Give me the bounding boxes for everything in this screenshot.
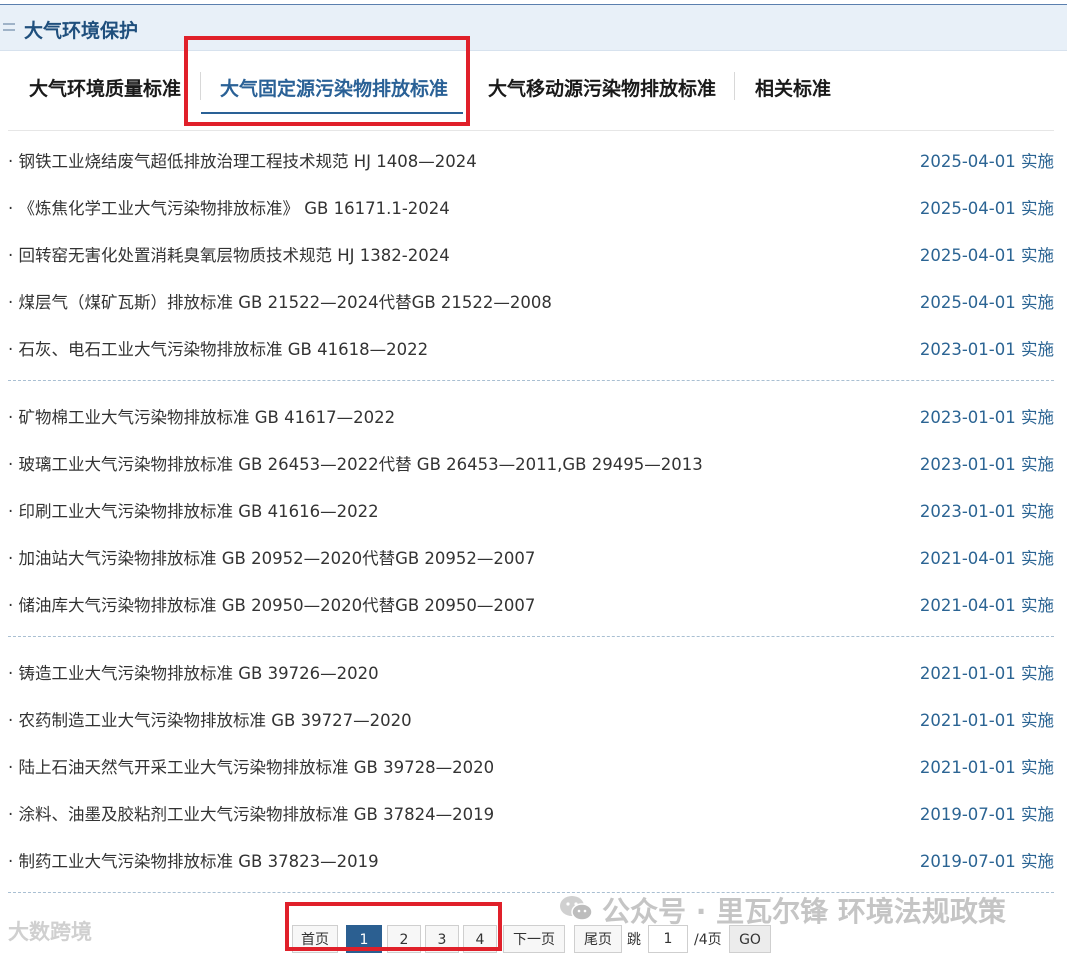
item-date: 2021-04-01 实施 [919, 549, 1054, 568]
item-date: 2021-01-01 实施 [919, 758, 1054, 777]
item-title[interactable]: · 印刷工业大气污染物排放标准 GB 41616—2022 [8, 498, 379, 522]
item-title[interactable]: · 农药制造工业大气污染物排放标准 GB 39727—2020 [8, 707, 412, 731]
item-title[interactable]: · 回转窑无害化处置消耗臭氧层物质技术规范 HJ 1382-2024 [8, 242, 450, 266]
item-title[interactable]: · 矿物棉工业大气污染物排放标准 GB 41617—2022 [8, 404, 395, 428]
tab-air-quality[interactable]: 大气环境质量标准 [29, 74, 181, 101]
list-item: · 储油库大气污染物排放标准 GB 20950—2020代替GB 20950—2… [8, 588, 1054, 618]
item-title[interactable]: · 石灰、电石工业大气污染物排放标准 GB 41618—2022 [8, 336, 428, 360]
list-item: · 农药制造工业大气污染物排放标准 GB 39727—2020 2021-01-… [8, 703, 1054, 733]
item-date: 2025-04-01 实施 [919, 293, 1054, 312]
item-date: 2025-04-01 实施 [919, 152, 1054, 171]
jump-label: 跳 [627, 932, 641, 948]
list-item: · 铸造工业大气污染物排放标准 GB 39726—2020 2021-01-01… [8, 656, 1054, 686]
list-item: · 玻璃工业大气污染物排放标准 GB 26453—2022代替 GB 26453… [8, 447, 1054, 477]
list-item: · 陆上石油天然气开采工业大气污染物排放标准 GB 39728—2020 202… [8, 750, 1054, 780]
list-item: · 石灰、电石工业大气污染物排放标准 GB 41618—2022 2023-01… [8, 332, 1054, 362]
item-title[interactable]: · 铸造工业大气污染物排放标准 GB 39726—2020 [8, 660, 379, 684]
pagination: 首页 1 2 3 4 下一页 尾页 跳 /4页 GO [0, 915, 1067, 953]
item-date: 2021-01-01 实施 [919, 711, 1054, 730]
list-item: · 钢铁工业烧结废气超低排放治理工程技术规范 HJ 1408—2024 2025… [8, 144, 1054, 174]
item-date: 2019-07-01 实施 [919, 852, 1054, 871]
list-item: · 回转窑无害化处置消耗臭氧层物质技术规范 HJ 1382-2024 2025-… [8, 238, 1054, 268]
page-jump-input[interactable] [648, 925, 688, 953]
next-page-button[interactable]: 下一页 [503, 925, 565, 953]
highlight-box-pagination [285, 902, 502, 951]
highlight-box-tab [184, 36, 470, 126]
total-pages: /4页 [694, 932, 722, 948]
item-date: 2023-01-01 实施 [919, 340, 1054, 359]
item-title[interactable]: · 玻璃工业大气污染物排放标准 GB 26453—2022代替 GB 26453… [8, 451, 703, 475]
item-title[interactable]: · 《炼焦化学工业大气污染物排放标准》 GB 16171.1-2024 [8, 195, 450, 219]
tab-bar: 大气环境质量标准 大气固定源污染物排放标准 大气移动源污染物排放标准 相关标准 [0, 60, 1067, 120]
tab-related-standards[interactable]: 相关标准 [755, 74, 831, 101]
item-date: 2023-01-01 实施 [919, 408, 1054, 427]
item-date: 2023-01-01 实施 [919, 502, 1054, 521]
item-title[interactable]: · 钢铁工业烧结废气超低排放治理工程技术规范 HJ 1408—2024 [8, 148, 477, 172]
item-date: 2019-07-01 实施 [919, 805, 1054, 824]
list-item: · 矿物棉工业大气污染物排放标准 GB 41617—2022 2023-01-0… [8, 400, 1054, 430]
section-header: 大气环境保护 [0, 4, 1067, 51]
list-item: · 涂料、油墨及胶粘剂工业大气污染物排放标准 GB 37824—2019 201… [8, 797, 1054, 827]
item-date: 2025-04-01 实施 [919, 199, 1054, 218]
list-item: · 加油站大气污染物排放标准 GB 20952—2020代替GB 20952—2… [8, 541, 1054, 571]
section-title: 大气环境保护 [24, 20, 139, 42]
divider [8, 130, 1054, 131]
group-divider [8, 636, 1054, 637]
item-date: 2021-04-01 实施 [919, 596, 1054, 615]
item-date: 2023-01-01 实施 [919, 455, 1054, 474]
list-icon [3, 23, 15, 31]
item-date: 2021-01-01 实施 [919, 664, 1054, 683]
tab-divider [734, 72, 735, 100]
item-date: 2025-04-01 实施 [919, 246, 1054, 265]
item-title[interactable]: · 制药工业大气污染物排放标准 GB 37823—2019 [8, 848, 379, 872]
list-item: · 印刷工业大气污染物排放标准 GB 41616—2022 2023-01-01… [8, 494, 1054, 524]
item-title[interactable]: · 加油站大气污染物排放标准 GB 20952—2020代替GB 20952—2… [8, 545, 535, 569]
group-divider [8, 380, 1054, 381]
item-title[interactable]: · 涂料、油墨及胶粘剂工业大气污染物排放标准 GB 37824—2019 [8, 801, 494, 825]
item-title[interactable]: · 煤层气（煤矿瓦斯）排放标准 GB 21522—2024代替GB 21522—… [8, 289, 552, 313]
list-item: · 煤层气（煤矿瓦斯）排放标准 GB 21522—2024代替GB 21522—… [8, 285, 1054, 315]
tab-mobile-source[interactable]: 大气移动源污染物排放标准 [488, 74, 716, 101]
item-title[interactable]: · 陆上石油天然气开采工业大气污染物排放标准 GB 39728—2020 [8, 754, 494, 778]
list-item: · 制药工业大气污染物排放标准 GB 37823—2019 2019-07-01… [8, 844, 1054, 874]
last-page-button[interactable]: 尾页 [574, 925, 622, 953]
list-item: · 《炼焦化学工业大气污染物排放标准》 GB 16171.1-2024 2025… [8, 191, 1054, 221]
item-title[interactable]: · 储油库大气污染物排放标准 GB 20950—2020代替GB 20950—2… [8, 592, 535, 616]
go-button[interactable]: GO [729, 925, 771, 953]
